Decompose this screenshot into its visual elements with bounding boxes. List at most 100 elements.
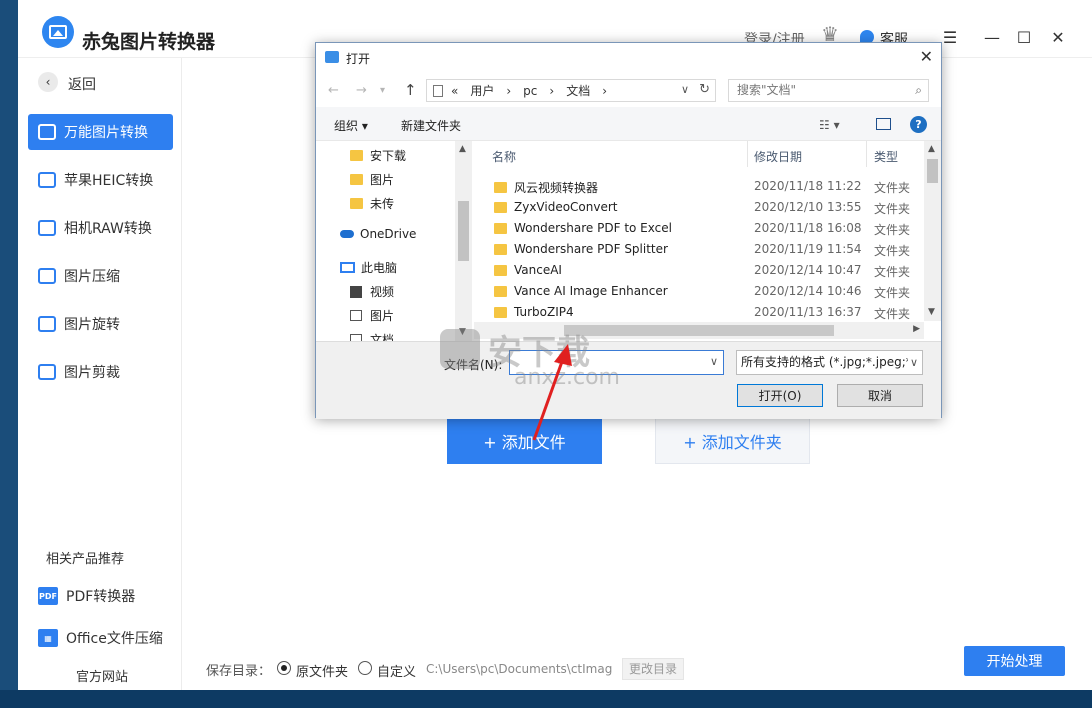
forward-arrow-icon[interactable]: →	[356, 83, 367, 98]
column-separator[interactable]	[866, 141, 867, 167]
file-type: 文件夹	[874, 223, 911, 237]
maximize-icon[interactable]: ☐	[1012, 28, 1036, 47]
sidebar-item-heic-convert[interactable]: 苹果HEIC转换	[28, 162, 173, 198]
address-dropdown-icon[interactable]: ∨	[681, 83, 689, 96]
filter-dropdown-icon[interactable]: ∨	[907, 351, 918, 374]
folder-tree: 安下载 图片 未传 OneDrive 此电脑 视频 图片 文档	[316, 141, 472, 341]
address-separator[interactable]: ›	[549, 84, 554, 98]
search-input[interactable]: 搜索"文档" ⌕	[728, 79, 929, 102]
tree-item-label: 此电脑	[361, 261, 398, 275]
app-title: 赤兔图片转换器	[82, 31, 216, 53]
column-separator[interactable]	[747, 141, 748, 167]
tree-item-label: 未传	[370, 197, 395, 211]
file-scroll-thumb[interactable]	[927, 159, 938, 183]
tree-item[interactable]: 视频	[350, 283, 394, 300]
radio-custom-label[interactable]: 自定义	[377, 661, 416, 680]
sidebar-item-compress[interactable]: 图片压缩	[28, 258, 173, 294]
radio-original-label[interactable]: 原文件夹	[296, 661, 348, 680]
tree-item[interactable]: 图片	[350, 307, 394, 324]
dialog-title-bar: 打开 ✕	[316, 43, 941, 73]
related-products-title: 相关产品推荐	[46, 552, 125, 567]
radio-custom-folder[interactable]	[358, 661, 372, 675]
start-button[interactable]: 开始处理	[964, 646, 1065, 676]
address-segment[interactable]: 用户	[470, 82, 494, 99]
help-icon[interactable]: ?	[910, 116, 927, 133]
table-row[interactable]: VanceAI 2020/12/14 10:47 文件夹	[494, 260, 924, 281]
back-arrow-icon[interactable]: ←	[328, 83, 339, 98]
tree-item-onedrive[interactable]: OneDrive	[340, 227, 416, 241]
refresh-icon[interactable]: ↻	[699, 82, 710, 97]
scroll-right-icon[interactable]: ▶	[913, 324, 920, 334]
table-row[interactable]: 风云视频转换器 2020/11/18 11:22 文件夹	[494, 176, 924, 197]
address-segment[interactable]: «	[451, 84, 458, 98]
table-row[interactable]: Vance AI Image Enhancer 2020/12/14 10:46…	[494, 281, 924, 302]
open-button[interactable]: 打开(O)	[737, 384, 823, 407]
preview-pane-icon[interactable]	[876, 118, 891, 130]
tree-scroll-thumb[interactable]	[458, 201, 469, 261]
table-row[interactable]: Wondershare PDF to Excel 2020/11/18 16:0…	[494, 218, 924, 239]
tree-item[interactable]: 未传	[350, 195, 394, 212]
recent-dropdown-icon[interactable]: ▾	[380, 85, 385, 96]
organize-menu[interactable]: 组织 ▾	[334, 117, 368, 134]
address-segment[interactable]: 文档	[566, 82, 590, 99]
column-name[interactable]: 名称	[492, 148, 516, 165]
back-icon[interactable]: ‹	[38, 72, 58, 92]
scroll-up-icon[interactable]: ▲	[928, 144, 935, 154]
tree-scrollbar[interactable]: ▲ ▼	[455, 141, 472, 341]
column-date[interactable]: 修改日期	[754, 148, 802, 165]
close-icon[interactable]: ✕	[1046, 28, 1070, 47]
file-type-filter[interactable]: 所有支持的格式 (*.jpg;*.jpeg;* ∨	[736, 350, 923, 375]
up-arrow-icon[interactable]: ↑	[404, 81, 417, 99]
file-name: Wondershare PDF to Excel	[514, 221, 672, 235]
desktop-bottom	[0, 690, 1092, 708]
sidebar-item-raw-convert[interactable]: 相机RAW转换	[28, 210, 173, 246]
sidebar-item-label: 相机RAW转换	[64, 221, 152, 237]
minimize-icon[interactable]: —	[980, 28, 1004, 47]
tree-item[interactable]: 图片	[350, 171, 394, 188]
raw-icon	[38, 220, 56, 236]
table-row[interactable]: ZyxVideoConvert 2020/12/10 13:55 文件夹	[494, 197, 924, 218]
folder-icon	[494, 201, 507, 213]
cancel-button[interactable]: 取消	[837, 384, 923, 407]
sidebar-item-crop[interactable]: 图片剪裁	[28, 354, 173, 390]
dialog-close-icon[interactable]: ✕	[920, 47, 933, 66]
scroll-down-icon[interactable]: ▼	[928, 307, 935, 317]
sidebar-item-universal-convert[interactable]: 万能图片转换	[28, 114, 173, 150]
file-name: Vance AI Image Enhancer	[514, 284, 668, 298]
search-icon[interactable]: ⌕	[915, 80, 922, 101]
table-row[interactable]: TurboZIP4 2020/11/13 16:37 文件夹	[494, 302, 924, 323]
address-separator[interactable]: ›	[602, 84, 607, 98]
address-bar[interactable]: « 用户 › pc › 文档 › ∨ ↻	[426, 79, 716, 102]
related-pdf-converter[interactable]: PDF PDF转换器	[38, 586, 135, 606]
tree-item-label: 文档	[370, 333, 395, 341]
table-row[interactable]: Wondershare PDF Splitter 2020/11/19 11:5…	[494, 239, 924, 260]
sidebar-item-rotate[interactable]: 图片旋转	[28, 306, 173, 342]
dialog-nav-bar: ← → ▾ ↑ « 用户 › pc › 文档 › ∨ ↻ 搜索"文档" ⌕	[316, 73, 941, 107]
video-icon	[350, 285, 362, 298]
dialog-toolbar: 组织 ▾ 新建文件夹 ☷ ▾ ?	[316, 107, 941, 141]
folder-icon	[494, 243, 507, 255]
file-list-vscrollbar[interactable]: ▲ ▼	[924, 141, 941, 321]
new-folder-button[interactable]: 新建文件夹	[401, 117, 461, 134]
add-folder-button[interactable]: + 添加文件夹	[655, 418, 810, 464]
tree-item-this-pc[interactable]: 此电脑	[340, 259, 397, 276]
related-office-compress[interactable]: ▦ Office文件压缩	[38, 628, 163, 648]
sidebar-item-label: 苹果HEIC转换	[64, 173, 154, 189]
pictures-icon	[350, 310, 362, 321]
change-dir-button[interactable]: 更改目录	[622, 658, 685, 680]
column-type[interactable]: 类型	[874, 148, 898, 165]
view-options-icon[interactable]: ☷ ▾	[819, 118, 840, 132]
file-date: 2020/11/19 11:54	[754, 242, 862, 256]
watermark-logo-icon	[440, 329, 480, 369]
official-site-link[interactable]: 官方网站	[76, 666, 128, 685]
tree-item[interactable]: 文档	[350, 331, 394, 341]
radio-original-folder[interactable]	[277, 661, 291, 675]
back-button[interactable]: 返回	[68, 74, 96, 94]
tree-item[interactable]: 安下载	[350, 147, 406, 164]
address-separator[interactable]: ›	[506, 84, 511, 98]
scroll-up-icon[interactable]: ▲	[459, 144, 466, 154]
filename-dropdown-icon[interactable]: ∨	[710, 355, 718, 368]
address-segment[interactable]: pc	[523, 84, 537, 98]
documents-icon	[350, 334, 362, 341]
folder-icon	[494, 306, 507, 318]
